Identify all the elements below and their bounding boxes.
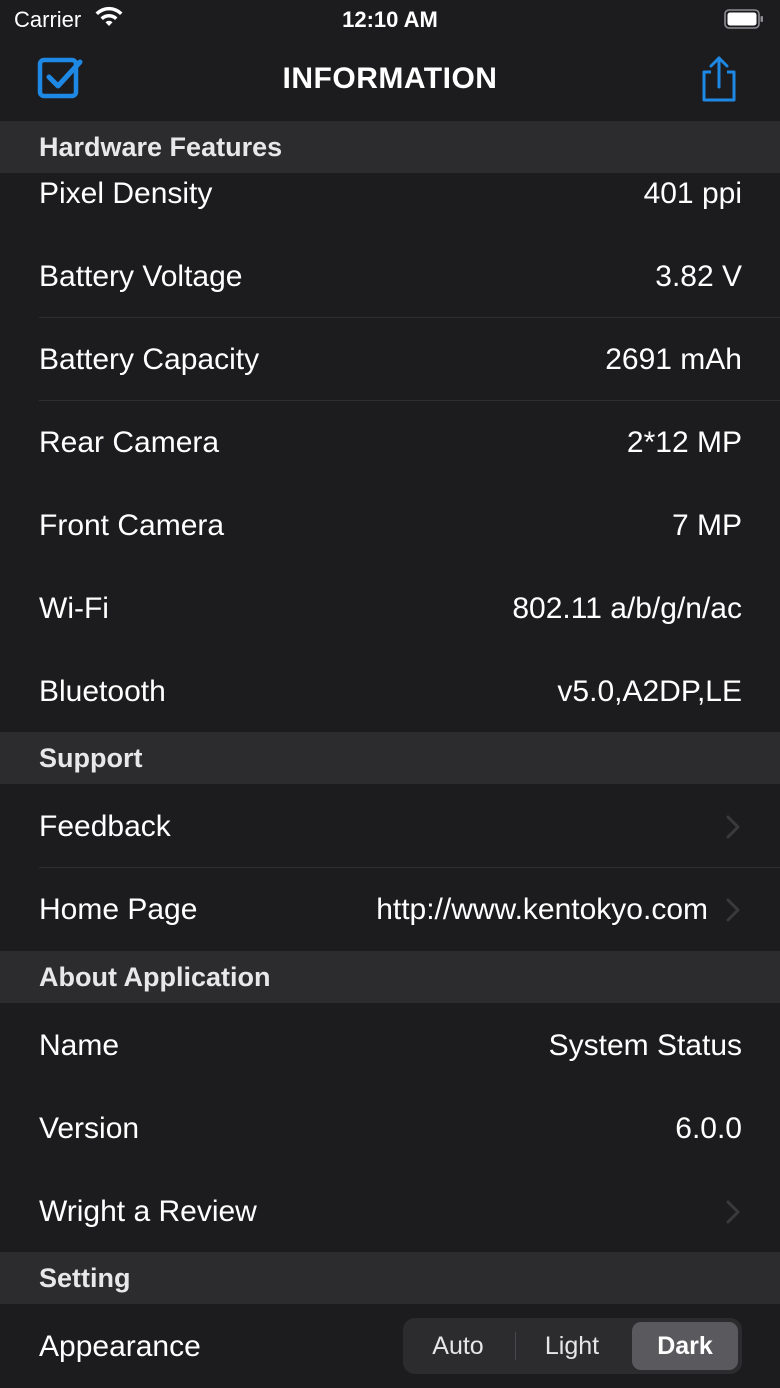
- row-feedback[interactable]: Feedback: [0, 785, 780, 868]
- row-label: Wi-Fi: [39, 592, 109, 625]
- row-label: Battery Voltage: [39, 260, 243, 293]
- row-label: Rear Camera: [39, 426, 220, 459]
- row-version: Version 6.0.0: [0, 1087, 780, 1170]
- page-title: INFORMATION: [282, 62, 498, 95]
- row-write-review[interactable]: Wright a Review: [0, 1170, 780, 1253]
- row-rear-camera: Rear Camera 2*12 MP: [0, 401, 780, 484]
- row-bluetooth: Bluetooth v5.0,A2DP,LE: [0, 650, 780, 733]
- row-label: Feedback: [39, 810, 171, 843]
- section-header-about: About Application: [0, 951, 780, 1003]
- row-label: Appearance: [39, 1330, 201, 1363]
- row-value: 2691 mAh: [605, 343, 742, 376]
- row-value: 6.0.0: [675, 1112, 742, 1145]
- row-pixel-density: Pixel Density 401 ppi: [0, 152, 780, 235]
- row-value: 7 MP: [671, 509, 742, 542]
- status-bar: Carrier 12:10 AM: [0, 0, 780, 40]
- navigation-bar: INFORMATION: [0, 40, 780, 121]
- chevron-right-icon: [726, 815, 740, 839]
- row-value: 2*12 MP: [626, 426, 742, 459]
- battery-icon: [724, 9, 763, 29]
- chevron-right-icon: [726, 1200, 740, 1224]
- row-home-page[interactable]: Home Page http://www.kentokyo.com: [0, 868, 780, 951]
- segment-dark[interactable]: Dark: [632, 1322, 738, 1370]
- segment-divider: [515, 1332, 516, 1360]
- row-front-camera: Front Camera 7 MP: [0, 484, 780, 567]
- row-battery-voltage: Battery Voltage 3.82 V: [0, 235, 780, 318]
- row-value: 802.11 a/b/g/n/ac: [512, 592, 742, 625]
- home-page-link[interactable]: http://www.kentokyo.com: [376, 868, 708, 951]
- row-name: Name System Status: [0, 1004, 780, 1087]
- chevron-right-icon: [726, 898, 740, 922]
- row-label: Home Page: [39, 893, 198, 926]
- row-label: Battery Capacity: [39, 343, 260, 376]
- row-label: Bluetooth: [39, 675, 166, 708]
- row-wifi: Wi-Fi 802.11 a/b/g/n/ac: [0, 567, 780, 650]
- appearance-segmented-control[interactable]: Auto Light Dark: [403, 1318, 742, 1374]
- segment-light[interactable]: Light: [517, 1322, 627, 1370]
- row-label: Wright a Review: [39, 1195, 257, 1228]
- row-value: 401 ppi: [643, 177, 742, 210]
- row-label: Name: [39, 1029, 120, 1062]
- row-label: Pixel Density: [39, 177, 213, 210]
- row-value: v5.0,A2DP,LE: [557, 675, 742, 708]
- row-label: Front Camera: [39, 509, 225, 542]
- row-value: 3.82 V: [655, 260, 742, 293]
- status-time: 12:10 AM: [342, 7, 438, 32]
- row-battery-capacity: Battery Capacity 2691 mAh: [0, 318, 780, 401]
- share-icon[interactable]: [696, 54, 742, 104]
- row-value: System Status: [548, 1029, 742, 1062]
- segment-auto[interactable]: Auto: [403, 1322, 513, 1370]
- section-header-setting: Setting: [0, 1252, 780, 1304]
- row-label: Version: [39, 1112, 140, 1145]
- section-header-support: Support: [0, 732, 780, 784]
